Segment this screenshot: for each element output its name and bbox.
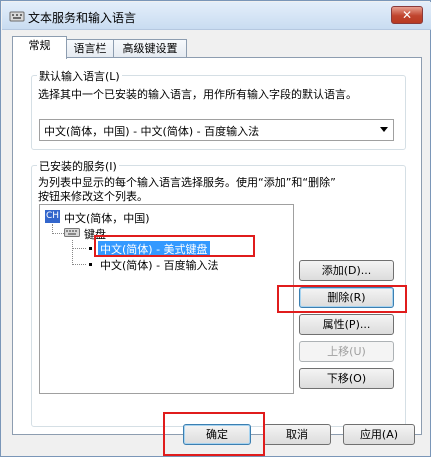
language-badge: CH (45, 210, 60, 223)
default-language-select[interactable]: 中文(简体，中国) - 中文(简体) - 百度输入法 (39, 119, 394, 141)
tree-language-node[interactable]: 中文(简体，中国) (64, 210, 150, 226)
dropdown-arrow-icon[interactable] (380, 127, 388, 132)
tab-language-bar[interactable]: 语言栏 (66, 39, 114, 59)
highlight-box-ok-button (163, 412, 265, 456)
installed-services-description-line2: 按钮来修改这个列表。 (38, 190, 148, 203)
dialog-window: 文本服务和输入语言 ✕ 常规 语言栏 高级键设置 默认输入语言(L) 选择其中一… (0, 0, 431, 457)
tree-connector (72, 240, 73, 265)
default-language-select-value: 中文(简体，中国) - 中文(简体) - 百度输入法 (44, 125, 260, 138)
tree-connector (72, 248, 86, 249)
tree-connector (72, 264, 86, 265)
keyboard-settings-icon (9, 11, 25, 22)
default-language-label: 默认输入语言(L) (37, 68, 122, 84)
window-title: 文本服务和输入语言 (28, 11, 137, 25)
apply-button[interactable]: 应用(A) (343, 424, 415, 445)
move-up-button[interactable]: 上移(U) (299, 341, 394, 362)
bullet-icon (89, 263, 92, 266)
tab-general[interactable]: 常规 (12, 36, 67, 59)
installed-services-label: 已安装的服务(I) (37, 158, 119, 174)
tree-item-baidu-ime[interactable]: 中文(简体) - 百度输入法 (100, 257, 219, 273)
bullet-icon (89, 247, 92, 250)
tree-connector (52, 233, 64, 234)
default-language-description: 选择其中一个已安装的输入语言，用作所有输入字段的默认语言。 (38, 88, 357, 101)
installed-services-tree[interactable]: CH 中文(简体，中国) 键盘 中文(简体) - 美式键盘 中文(简体) - 百… (39, 204, 294, 394)
highlight-box-selected-item (94, 235, 255, 257)
move-down-button[interactable]: 下移(O) (299, 368, 394, 389)
title-bar[interactable]: 文本服务和输入语言 ✕ (2, 2, 431, 30)
add-button[interactable]: 添加(D)... (299, 260, 394, 281)
tab-advanced-key-settings[interactable]: 高级键设置 (113, 39, 187, 59)
close-button[interactable]: ✕ (391, 6, 423, 24)
keyboard-icon (64, 228, 80, 237)
properties-button[interactable]: 属性(P)... (299, 314, 394, 335)
highlight-box-remove-button (277, 285, 407, 313)
cancel-button[interactable]: 取消 (263, 424, 331, 445)
